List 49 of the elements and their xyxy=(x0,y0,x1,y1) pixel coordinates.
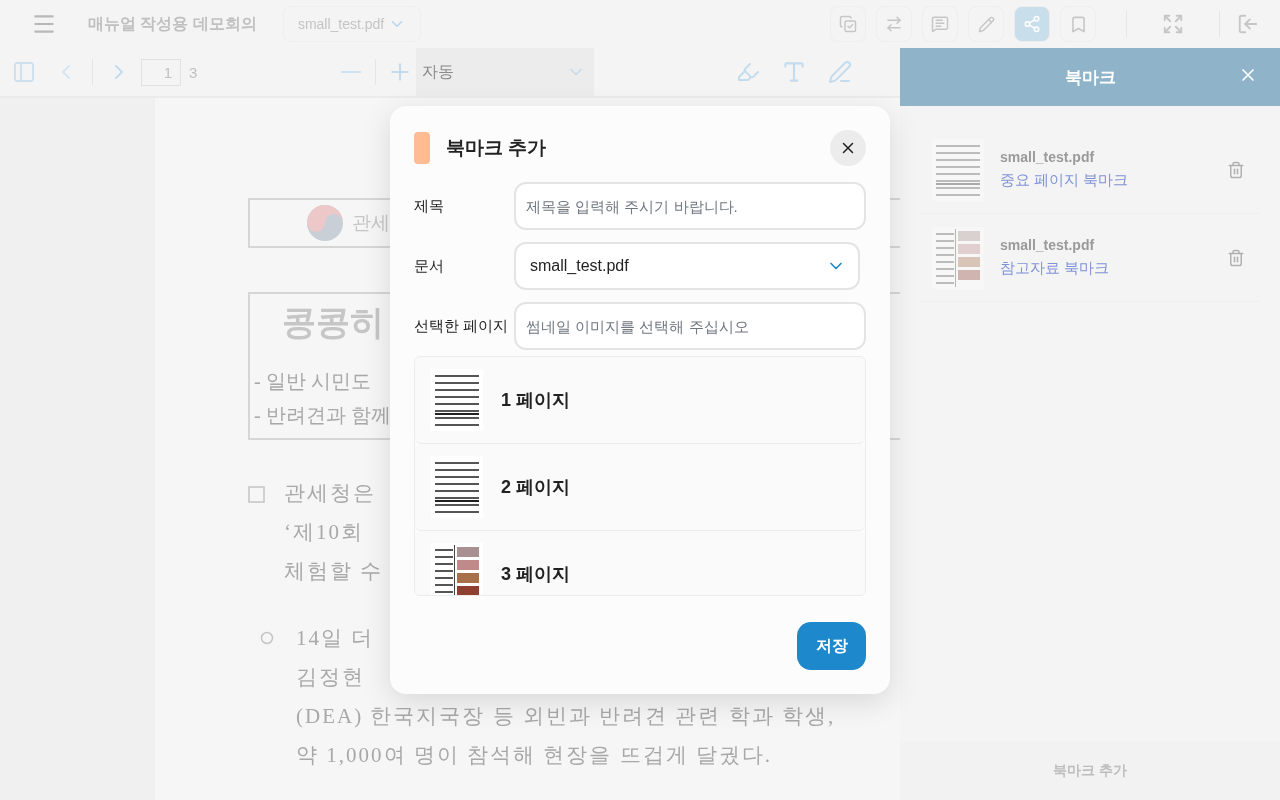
comment-icon xyxy=(931,15,949,33)
document-text-line: 김정현 xyxy=(296,664,365,691)
accent-bar xyxy=(414,132,430,164)
bookmark-button[interactable] xyxy=(1060,6,1096,42)
share-icon xyxy=(1023,15,1041,33)
share-button[interactable] xyxy=(1014,6,1050,42)
summary-line: - 반려견과 함께 xyxy=(254,403,391,428)
input-field[interactable]: 제목을 입력해 주시기 바랍니다. xyxy=(514,182,866,230)
copy-check-icon xyxy=(839,15,857,33)
bookmark-title: 중요 페이지 북마크 xyxy=(1000,171,1130,190)
bookmark-item[interactable]: small_test.pdf 참고자료 북마크 xyxy=(920,214,1260,302)
bookmark-title: 참고자료 북마크 xyxy=(1000,259,1111,278)
document-text-line: ‘제10회 xyxy=(284,519,364,546)
swap-icon xyxy=(885,15,903,33)
field-label: 선택한 페이지 xyxy=(414,316,510,336)
panel-title: 북마크 xyxy=(1064,66,1116,89)
dialog-title: 북마크 추가 xyxy=(446,136,548,160)
document-text-line: 14일 더 xyxy=(296,625,375,652)
input-field[interactable]: 썸네일 이미지를 선택해 주십시오 xyxy=(514,302,866,350)
expand-icon xyxy=(1162,13,1184,35)
exit-icon xyxy=(1237,13,1259,35)
copy-button[interactable] xyxy=(830,6,866,42)
minus-icon xyxy=(341,71,362,73)
document-text-line: 약 1,000여 명이 참석해 현장을 뜨겁게 달궜다. xyxy=(296,742,772,769)
document-text-line: (DEA) 한국지국장 등 외빈과 반려견 관련 학과 학생, xyxy=(296,703,836,730)
bookmark-file-name: small_test.pdf xyxy=(1000,149,1096,165)
save-button[interactable]: 저장 xyxy=(797,622,866,670)
document-select[interactable]: small_test.pdf xyxy=(514,242,860,290)
document-text-line: 관세청은 xyxy=(284,480,376,507)
trash-icon xyxy=(1227,160,1245,179)
pencil-button[interactable] xyxy=(968,6,1004,42)
logo-icon xyxy=(306,204,344,242)
circle-bullet-icon xyxy=(260,631,274,645)
field-label: 문서 xyxy=(414,256,445,276)
pencil-icon xyxy=(977,15,995,33)
pen-icon xyxy=(828,60,853,84)
zoom-select[interactable]: 자동 xyxy=(416,48,595,96)
document-text-line: 체험할 수 xyxy=(284,558,384,585)
square-bullet-icon xyxy=(248,486,265,503)
field-label: 제목 xyxy=(414,196,445,216)
trash-icon xyxy=(1227,248,1245,267)
highlighter-icon xyxy=(736,60,761,84)
bookmark-file-name: small_test.pdf xyxy=(1000,237,1096,253)
bookmark-item[interactable]: small_test.pdf 중요 페이지 북마크 xyxy=(920,126,1260,214)
sidebar-icon xyxy=(12,60,36,84)
summary-line: - 일반 시민도 xyxy=(254,369,371,394)
close-button[interactable] xyxy=(830,130,866,166)
swap-button[interactable] xyxy=(876,6,912,42)
comment-button[interactable] xyxy=(922,6,958,42)
